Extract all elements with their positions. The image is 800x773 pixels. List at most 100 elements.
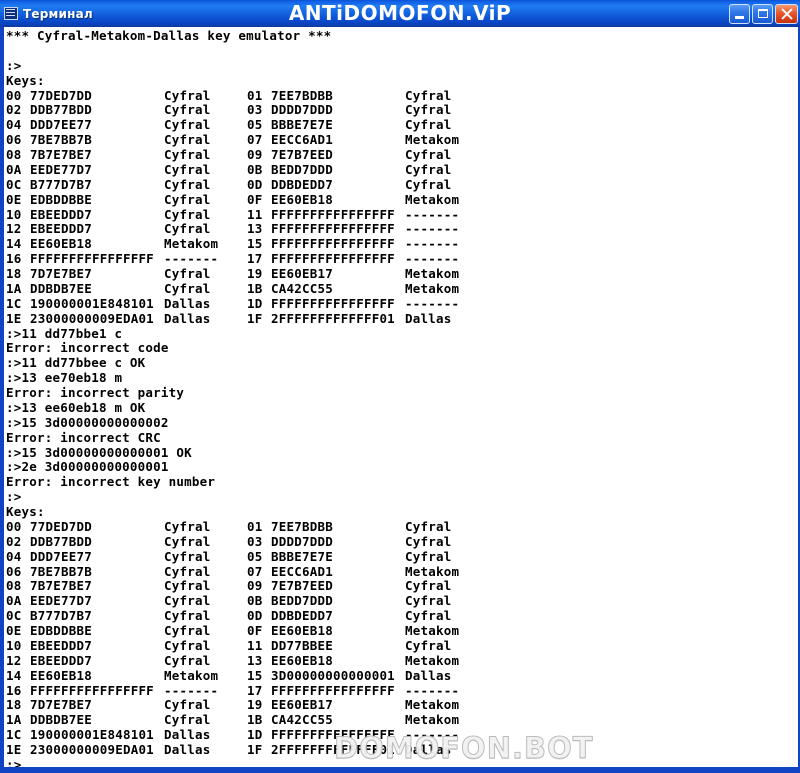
- key-row: 10 EBEEDDD7 Cyfral 11 FFFFFFFFFFFFFFFF ------…: [6, 206, 798, 223]
- terminal-output[interactable]: *** Cyfral-Metakom-Dallas key emulator *…: [4, 27, 798, 767]
- key-value: EE60EB18: [30, 667, 92, 683]
- key-index: 1E: [6, 742, 22, 757]
- client-area: *** Cyfral-Metakom-Dallas key emulator *…: [0, 27, 800, 773]
- key-type: Metakom: [405, 563, 460, 579]
- maximize-icon: [758, 8, 768, 18]
- minimize-button[interactable]: [729, 3, 750, 24]
- key-row: 00 77DED7DD Cyfral 01 7EE7BDBB Cyfral: [6, 518, 798, 535]
- key-type: Cyfral: [164, 191, 211, 207]
- key-row: 02 DDB77BDD Cyfral 03 DDDD7DDD Cyfral: [6, 533, 798, 550]
- command-line: :>11 dd77bbee c OK: [6, 355, 146, 371]
- key-index: 02: [6, 533, 22, 549]
- key-value: DDBDB7EE: [30, 280, 92, 296]
- key-type: Cyfral: [164, 593, 211, 609]
- key-index: 1F: [247, 742, 263, 757]
- keys-label: Keys:: [6, 72, 45, 88]
- key-value: DDBDEDD7: [271, 608, 333, 624]
- key-type: Metakom: [405, 712, 460, 728]
- key-value: CA42CC55: [271, 712, 333, 728]
- key-index: 05: [247, 117, 263, 133]
- key-value: EE60EB18: [30, 236, 92, 252]
- key-index: 14: [6, 236, 22, 252]
- key-type: Cyfral: [405, 637, 452, 653]
- key-index: 01: [247, 518, 263, 534]
- key-index: 15: [247, 667, 263, 683]
- key-type: Cyfral: [164, 132, 211, 148]
- key-type: -------: [164, 251, 219, 267]
- key-type: Cyfral: [164, 161, 211, 177]
- key-index: 11: [247, 637, 263, 653]
- key-type: Metakom: [164, 667, 219, 683]
- key-row: 0E EDBDDBBE Cyfral 0F EE60EB18 Metakom: [6, 191, 798, 208]
- key-value: 7D7E7BE7: [30, 266, 92, 281]
- key-index: 04: [6, 548, 22, 564]
- key-index: 13: [247, 221, 263, 237]
- title-bar[interactable]: Терминал ANTiDOMOFON.ViP: [0, 0, 800, 27]
- key-value: FFFFFFFFFFFFFFFF: [271, 727, 395, 743]
- key-value: 7BE7BB7B: [30, 563, 92, 579]
- key-row: 04 DDD7EE77 Cyfral 05 BBBE7E7E Cyfral: [6, 117, 798, 133]
- key-index: 00: [6, 518, 22, 534]
- key-value: FFFFFFFFFFFFFFFF: [30, 251, 154, 267]
- key-type: Cyfral: [405, 593, 452, 609]
- key-value: EE60EB18: [271, 191, 333, 207]
- key-row: 12 EBEEDDD7 Cyfral 13 EE60EB18 Metakom: [6, 652, 798, 669]
- key-index: 18: [6, 697, 22, 713]
- key-row: 18 7D7E7BE7 Cyfral 19 EE60EB17 Metakom: [6, 697, 798, 713]
- key-value: FFFFFFFFFFFFFFFF: [271, 221, 395, 237]
- key-index: 0F: [247, 191, 263, 207]
- key-type: -------: [405, 682, 460, 698]
- key-row: 1E 23000000009EDA01 Dallas 1F 2FFFFFFFFFFFFF…: [6, 310, 798, 327]
- key-value: FFFFFFFFFFFFFFFF: [271, 236, 395, 252]
- window-title: Терминал: [23, 6, 93, 21]
- prompt-line: :>: [6, 57, 22, 73]
- minimize-icon: [735, 15, 744, 19]
- key-type: -------: [405, 221, 460, 237]
- key-type: Dallas: [164, 310, 211, 326]
- key-type: Cyfral: [164, 608, 211, 624]
- key-index: 08: [6, 147, 22, 162]
- key-value: 77DED7DD: [30, 518, 92, 534]
- key-value: EE60EB17: [271, 697, 333, 713]
- key-value: B777D7B7: [30, 608, 92, 624]
- key-index: 0B: [247, 161, 263, 177]
- key-index: 0E: [6, 191, 22, 207]
- key-value: DDD7EE77: [30, 117, 92, 133]
- key-type: Cyfral: [164, 117, 211, 133]
- key-type: Cyfral: [164, 623, 211, 638]
- key-type: Cyfral: [164, 87, 211, 103]
- key-index: 0A: [6, 593, 22, 609]
- key-row: 14 EE60EB18 Metakom 15 3D00000000000001 Dalla…: [6, 667, 798, 684]
- key-index: 0F: [247, 623, 263, 638]
- key-value: 7BE7BB7B: [30, 132, 92, 148]
- key-value: 190000001E848101: [30, 295, 154, 311]
- key-index: 1B: [247, 280, 263, 296]
- key-value: 7EE7BDBB: [271, 87, 333, 103]
- key-value: 7D7E7BE7: [30, 697, 92, 713]
- key-type: Dallas: [164, 742, 211, 757]
- key-value: BBBE7E7E: [271, 548, 333, 564]
- key-type: -------: [405, 236, 460, 252]
- key-value: CA42CC55: [271, 280, 333, 296]
- key-value: B777D7B7: [30, 176, 92, 192]
- key-value: 190000001E848101: [30, 727, 154, 743]
- key-value: 2FFFFFFFFFFFFF01: [271, 742, 395, 757]
- key-index: 0D: [247, 176, 263, 192]
- maximize-button[interactable]: [752, 3, 773, 24]
- key-index: 1C: [6, 295, 22, 311]
- brand-title: ANTiDOMOFON.ViP: [288, 1, 512, 25]
- key-index: 10: [6, 637, 22, 653]
- key-index: 1D: [247, 727, 263, 743]
- key-index: 06: [6, 563, 22, 579]
- key-index: 13: [247, 652, 263, 668]
- close-button[interactable]: [775, 3, 798, 24]
- terminal-window: Терминал ANTiDOMOFON.ViP *** Cyfral-Meta…: [0, 0, 800, 773]
- key-value: EBEEDDD7: [30, 206, 92, 222]
- key-row: 1A DDBDB7EE Cyfral 1B CA42CC55 Metakom: [6, 712, 798, 728]
- key-type: Metakom: [405, 132, 460, 148]
- key-index: 17: [247, 682, 263, 698]
- key-value: 23000000009EDA01: [30, 742, 154, 757]
- key-value: EEDE77D7: [30, 161, 92, 177]
- key-type: Cyfral: [164, 578, 211, 594]
- key-value: 7EE7BDBB: [271, 518, 333, 534]
